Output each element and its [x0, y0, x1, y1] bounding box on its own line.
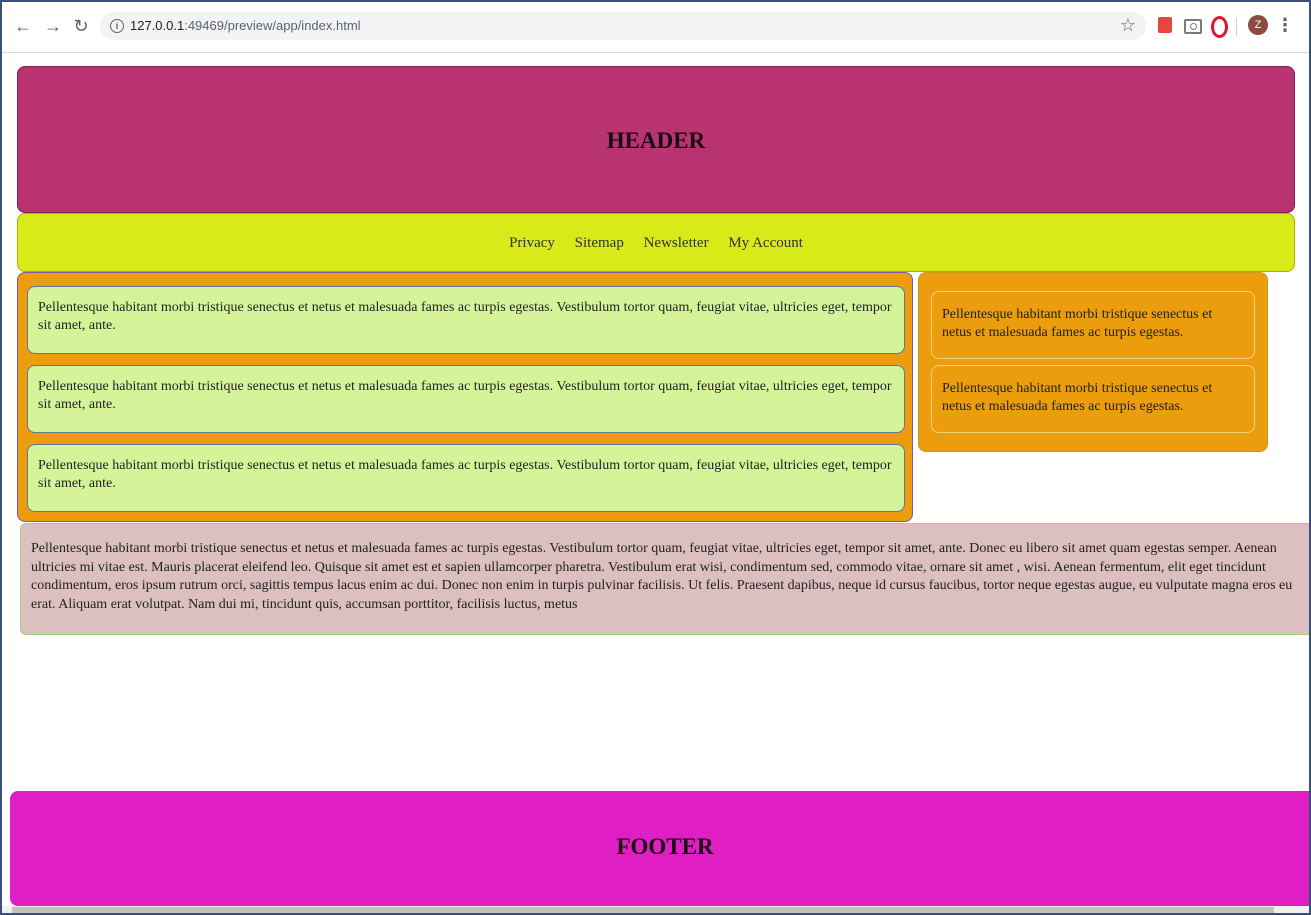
footer-title: FOOTER — [616, 834, 714, 859]
article-section: Pellentesque habitant morbi tristique se… — [20, 523, 1309, 635]
sidebar-card: Pellentesque habitant morbi tristique se… — [931, 365, 1255, 433]
opera-icon[interactable] — [1208, 15, 1228, 38]
nav-link-privacy[interactable]: Privacy — [509, 235, 555, 251]
menu-icon[interactable]: ⋮ — [1276, 14, 1294, 38]
star-icon[interactable]: ☆ — [1120, 15, 1136, 36]
browser-window: ← → ↻ i 127.0.0.1:49469/preview/app/inde… — [0, 0, 1311, 915]
sidebar-section: Pellentesque habitant morbi tristique se… — [918, 272, 1268, 452]
main-section: Pellentesque habitant morbi tristique se… — [17, 272, 913, 522]
nav-link-newsletter[interactable]: Newsletter — [644, 235, 709, 251]
main-card: Pellentesque habitant morbi tristique se… — [27, 365, 905, 433]
page-footer: FOOTER — [10, 791, 1309, 906]
address-bar[interactable]: i 127.0.0.1:49469/preview/app/index.html… — [100, 12, 1146, 40]
main-card: Pellentesque habitant morbi tristique se… — [27, 444, 905, 512]
nav-link-my-account[interactable]: My Account — [728, 235, 803, 251]
horizontal-scrollbar[interactable] — [2, 906, 1309, 913]
camera-icon[interactable] — [1182, 15, 1202, 35]
main-card: Pellentesque habitant morbi tristique se… — [27, 286, 905, 354]
url-text[interactable]: 127.0.0.1:49469/preview/app/index.html — [130, 18, 361, 33]
sidebar-card: Pellentesque habitant morbi tristique se… — [931, 291, 1255, 359]
info-icon[interactable]: i — [110, 19, 124, 33]
url-host: 127.0.0.1 — [130, 18, 185, 33]
nav-link-sitemap[interactable]: Sitemap — [575, 235, 624, 251]
page-header: HEADER — [17, 66, 1295, 213]
nav-bar: Privacy Sitemap Newsletter My Account — [17, 213, 1295, 272]
reload-icon[interactable]: ↻ — [70, 15, 92, 37]
toolbar-divider — [1236, 18, 1237, 36]
back-icon[interactable]: ← — [12, 15, 34, 37]
scrollbar-thumb[interactable] — [12, 907, 1274, 913]
browser-toolbar: ← → ↻ i 127.0.0.1:49469/preview/app/inde… — [2, 2, 1309, 53]
pdf-icon[interactable] — [1155, 15, 1175, 35]
url-path: :49469/preview/app/index.html — [184, 18, 361, 33]
forward-icon[interactable]: → — [42, 15, 64, 37]
header-title: HEADER — [606, 128, 706, 153]
avatar[interactable]: Z — [1248, 15, 1268, 35]
